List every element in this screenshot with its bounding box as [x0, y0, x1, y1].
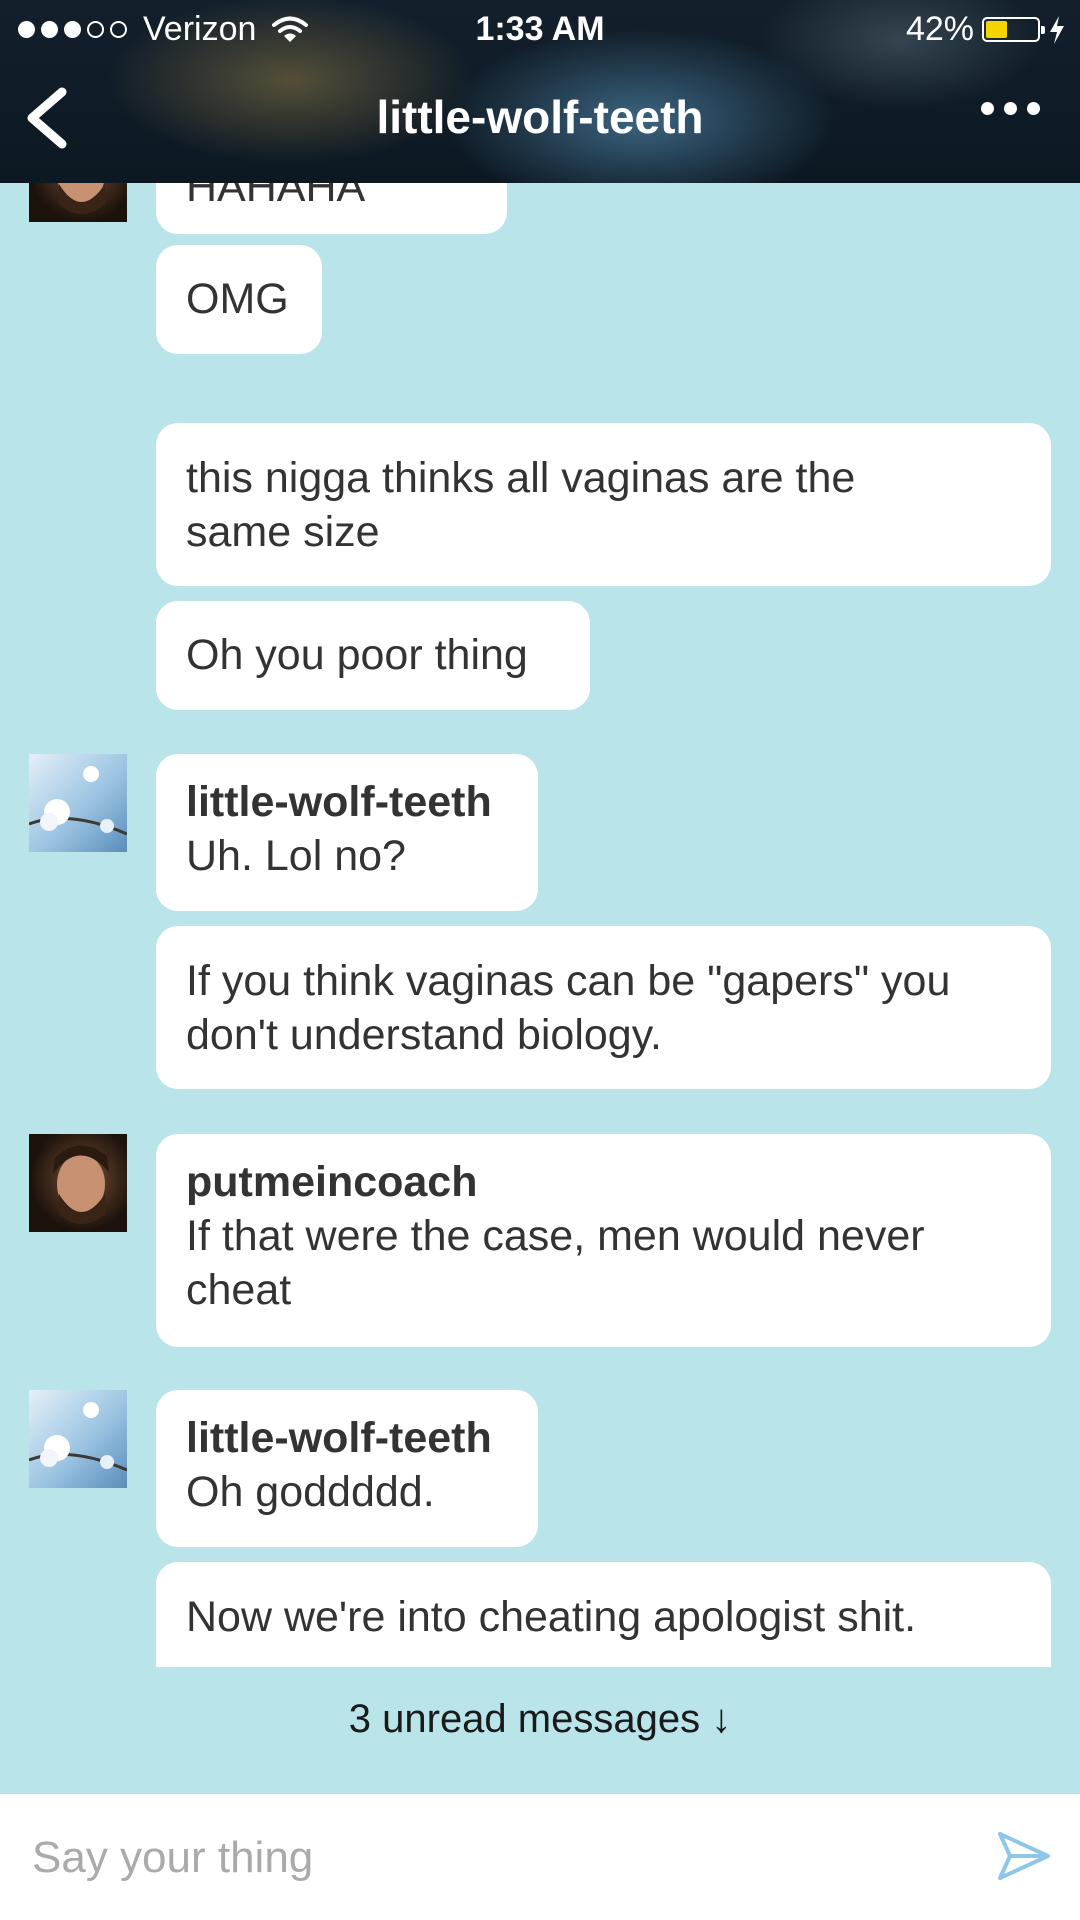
message-bubble[interactable]: Now we're into cheating apologist shit. — [156, 1562, 1051, 1667]
message-bubble[interactable]: OMG — [156, 245, 322, 354]
message-bubble[interactable]: little-wolf-teeth Uh. Lol no? — [156, 754, 538, 911]
more-dots-icon[interactable] — [981, 102, 1040, 115]
avatar[interactable] — [29, 1390, 127, 1488]
message-bubble[interactable]: little-wolf-teeth Oh goddddd. — [156, 1390, 538, 1547]
message-bubble[interactable]: Oh you poor thing — [156, 601, 590, 710]
sender-name: putmeincoach — [186, 1158, 478, 1206]
message-list[interactable]: HAHAHA OMG this nigga thinks all vaginas… — [0, 150, 1080, 1667]
message-text: Oh you poor thing — [186, 631, 528, 679]
flower-photo-icon — [29, 766, 127, 836]
message-text: Oh goddddd. — [186, 1468, 435, 1516]
message-text: cheat — [186, 1266, 292, 1314]
message-text: If you think vaginas can be "gapers" you — [186, 957, 951, 1005]
flower-photo-icon — [29, 1402, 127, 1472]
unread-label: 3 unread messages — [348, 1697, 701, 1741]
message-bubble[interactable]: putmeincoach If that were the case, men … — [156, 1134, 1051, 1347]
message-text: If that were the case, men would never — [186, 1212, 925, 1260]
message-text: this nigga thinks all vaginas are the — [186, 454, 856, 502]
unread-messages-button[interactable]: 3 unread messages ↓ — [0, 1697, 1080, 1742]
message-text: Uh. Lol no? — [186, 832, 406, 880]
message-bubble[interactable]: this nigga thinks all vaginas are the sa… — [156, 423, 1051, 586]
battery-icon — [982, 17, 1045, 42]
message-input[interactable] — [30, 1822, 954, 1894]
nav-bar: little-wolf-teeth — [0, 58, 1080, 183]
avatar[interactable] — [29, 1134, 127, 1232]
composer-bar — [0, 1794, 1080, 1920]
charging-bolt-icon — [1050, 15, 1064, 44]
send-icon[interactable] — [996, 1830, 1052, 1882]
message-text: same size — [186, 508, 380, 556]
battery-fill — [986, 21, 1007, 38]
sender-name: little-wolf-teeth — [186, 778, 492, 826]
sender-name: little-wolf-teeth — [186, 1414, 492, 1462]
arrow-down-icon: ↓ — [711, 1697, 732, 1741]
message-text: Now we're into cheating apologist shit. — [186, 1593, 917, 1641]
person-photo-icon — [53, 1145, 109, 1224]
conversation-title: little-wolf-teeth — [376, 91, 704, 143]
message-bubble[interactable]: If you think vaginas can be "gapers" you… — [156, 926, 1051, 1089]
status-bar: Verizon 1:33 AM 42% — [0, 0, 1080, 58]
message-text: OMG — [186, 275, 289, 323]
avatar[interactable] — [29, 754, 127, 852]
message-text: don't understand biology. — [186, 1011, 662, 1059]
battery-percent: 42% — [905, 10, 974, 48]
header: Verizon 1:33 AM 42% little-wolf-teeth — [0, 0, 1080, 183]
battery-area: 42% — [906, 10, 1066, 49]
